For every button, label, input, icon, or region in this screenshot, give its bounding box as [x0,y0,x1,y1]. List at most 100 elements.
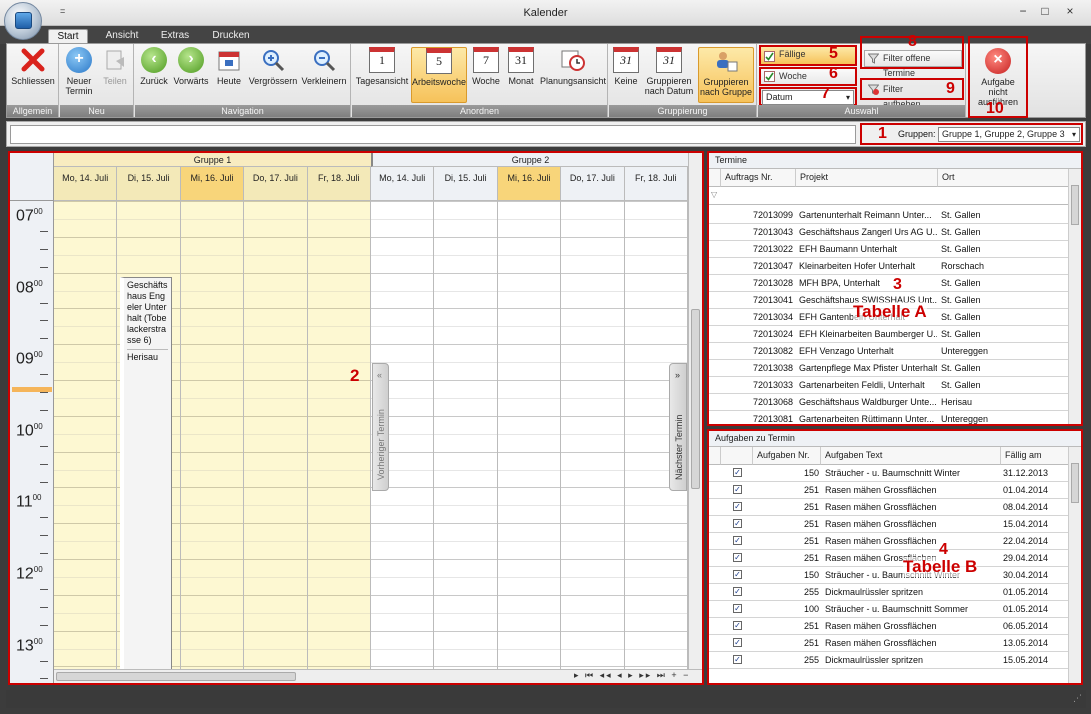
day-column[interactable] [54,201,118,669]
close-button[interactable]: Schliessen [9,47,57,103]
table-row[interactable]: 72013043 Geschäftshaus Zangerl Urs AG U..… [709,224,1069,241]
row-checkbox[interactable]: ✓ [733,621,742,630]
aufgaben-col-text[interactable]: Aufgaben Text [821,447,1001,465]
month-view-button[interactable]: 31 Monat [504,47,538,103]
week-filter-button[interactable]: Woche [759,67,857,86]
table-row[interactable]: 72013081 Gartenarbeiten Rüttimann Unter..… [709,411,1069,424]
aufgaben-scrollbar[interactable] [1068,447,1081,683]
row-checkbox[interactable]: ✓ [733,468,742,477]
table-row[interactable]: 72013038 Gartenpflege Max Pfister Unterha… [709,360,1069,377]
table-row[interactable]: ✓ 150 Sträucher - u. Baumschnitt Winter 31.… [709,465,1069,482]
day-header[interactable]: Fr, 18. Juli [307,167,371,201]
table-row[interactable]: 72013099 Gartenunterhalt Reimann Unter...… [709,207,1069,224]
filter-open-button[interactable]: Filter offene Termine [864,50,962,78]
day-header[interactable]: Fr, 18. Juli [624,167,688,201]
day-column[interactable] [180,201,245,669]
planning-view-button[interactable]: Planungsansicht [540,47,606,103]
aufgaben-scroll-thumb[interactable] [1071,463,1079,503]
no-grouping-button[interactable]: 31 Keine [611,47,641,103]
share-button[interactable]: Teilen [98,47,132,103]
table-row[interactable]: 72013068 Geschäftshaus Waldburger Unte...… [709,394,1069,411]
forward-button[interactable]: › Vorwärts [171,47,211,103]
appointment-block[interactable]: Geschäftshaus Engeler Unterhalt (Tobelac… [120,277,172,683]
day-header[interactable]: Di, 15. Juli [117,167,181,201]
aufgaben-col-faellig[interactable]: Fällig am [1001,447,1069,465]
day-header[interactable]: Mo, 14. Juli [371,167,435,201]
close-window-button[interactable]: × [1061,4,1079,20]
day-header[interactable]: Do, 17. Juli [244,167,308,201]
next-appointment-button[interactable]: » Nächster Termin [669,363,687,491]
zoom-out-button[interactable]: Verkleinern [299,47,349,103]
table-row[interactable]: ✓ 100 Sträucher - u. Baumschnitt Sommer 01.… [709,601,1069,618]
week-view-button[interactable]: 7 Woche [469,47,503,103]
termine-col-ort[interactable]: Ort [938,169,1069,187]
workweek-view-button[interactable]: 5 Arbeitswoche [411,47,467,103]
task-not-done-button[interactable]: × Aufgabe nicht ausführen [971,48,1025,107]
table-row[interactable]: 72013033 Gartenarbeiten Feldli, Unterhalt… [709,377,1069,394]
day-header[interactable]: Di, 15. Juli [434,167,498,201]
day-column[interactable] [307,201,371,669]
group-by-group-button[interactable]: Gruppieren nach Gruppe [698,47,754,103]
table-row[interactable]: ✓ 251 Rasen mähen Grossflächen 13.05.2014 [709,635,1069,652]
termine-filter-row[interactable]: ▽ [709,187,1069,205]
minimize-button[interactable]: − [1014,4,1032,20]
scroll-thumb[interactable] [691,309,700,489]
row-checkbox[interactable]: ✓ [733,655,742,664]
previous-appointment-button[interactable]: « Vorheriger Termin [372,363,389,491]
aufgaben-col-nr[interactable]: Aufgaben Nr. [753,447,821,465]
table-row[interactable]: ✓ 255 Dickmaulrüssler spritzen 01.05.2014 [709,584,1069,601]
tab-extras[interactable]: Extras [154,29,196,44]
row-checkbox[interactable]: ✓ [733,553,742,562]
filter-clear-button[interactable]: Filter aufheben [864,81,944,109]
row-checkbox[interactable]: ✓ [733,587,742,596]
new-appointment-button[interactable]: + Neuer Termin [62,47,96,103]
table-row[interactable]: ✓ 251 Rasen mähen Grossflächen 01.04.2014 [709,482,1069,499]
row-checkbox[interactable]: ✓ [733,570,742,579]
table-row[interactable]: 72013082 EFH Venzago Unterhalt Untereggen [709,343,1069,360]
table-row[interactable]: ✓ 251 Rasen mähen Grossflächen 06.05.2014 [709,618,1069,635]
groups-combo[interactable]: Gruppe 1, Gruppe 2, Gruppe 3 ▾ [938,127,1080,142]
row-checkbox[interactable]: ✓ [733,604,742,613]
schedule-vertical-scrollbar[interactable] [688,153,702,669]
termine-scrollbar[interactable] [1068,169,1081,424]
tab-drucken[interactable]: Drucken [206,29,256,44]
row-checkbox[interactable]: ✓ [733,536,742,545]
day-column[interactable] [497,201,562,669]
table-row[interactable]: ✓ 251 Rasen mähen Grossflächen 08.04.2014 [709,499,1069,516]
group-by-date-button[interactable]: 31 Gruppieren nach Datum [643,47,695,103]
day-column[interactable] [244,201,308,669]
today-button[interactable]: Heute [213,47,245,103]
zoom-in-button[interactable]: Vergrössern [247,47,299,103]
day-column[interactable] [561,201,625,669]
day-column[interactable] [434,201,498,669]
termine-scroll-thumb[interactable] [1071,185,1079,225]
h-scroll-thumb[interactable] [56,672,296,681]
date-combo[interactable]: Datum ▾ [762,90,854,105]
tab-start[interactable]: Start [48,29,88,44]
table-row[interactable]: 72013024 EFH Kleinarbeiten Baumberger U..… [709,326,1069,343]
table-row[interactable]: ✓ 251 Rasen mähen Grossflächen 29.04.2014 [709,550,1069,567]
day-view-button[interactable]: 1 Tagesansicht [354,47,410,103]
termine-col-projekt[interactable]: Projekt [796,169,938,187]
row-checkbox[interactable]: ✓ [733,502,742,511]
back-button[interactable]: ‹ Zurück [137,47,171,103]
application-menu-button[interactable] [4,2,42,40]
quick-access-toolbar[interactable]: = [60,6,65,16]
table-row[interactable]: 72013028 MFH BPA, Unterhalt St. Gallen [709,275,1069,292]
termine-col-auftrag[interactable]: Auftrags Nr. [721,169,796,187]
due-button[interactable]: Fällige [759,45,857,66]
row-checkbox[interactable]: ✓ [733,638,742,647]
maximize-button[interactable]: □ [1036,4,1054,20]
table-row[interactable]: 72013022 EFH Baumann Unterhalt St. Gallen [709,241,1069,258]
tab-ansicht[interactable]: Ansicht [98,29,146,44]
row-checkbox[interactable]: ✓ [733,519,742,528]
table-row[interactable]: ✓ 251 Rasen mähen Grossflächen 15.04.2014 [709,516,1069,533]
table-row[interactable]: 72013047 Kleinarbeiten Hofer Unterhalt Ror… [709,258,1069,275]
day-header[interactable]: Mo, 14. Juli [54,167,118,201]
filter-field[interactable] [10,125,856,144]
table-row[interactable]: ✓ 251 Rasen mähen Grossflächen 22.04.2014 [709,533,1069,550]
table-row[interactable]: ✓ 255 Dickmaulrüssler spritzen 15.05.2014 [709,652,1069,669]
day-header[interactable]: Do, 17. Juli [561,167,625,201]
day-header[interactable]: Mi, 16. Juli [180,167,245,201]
schedule-view[interactable]: 0700 0800 0900 1000 1100 1200 1300 Gruppe 1 Gr… [8,151,704,685]
